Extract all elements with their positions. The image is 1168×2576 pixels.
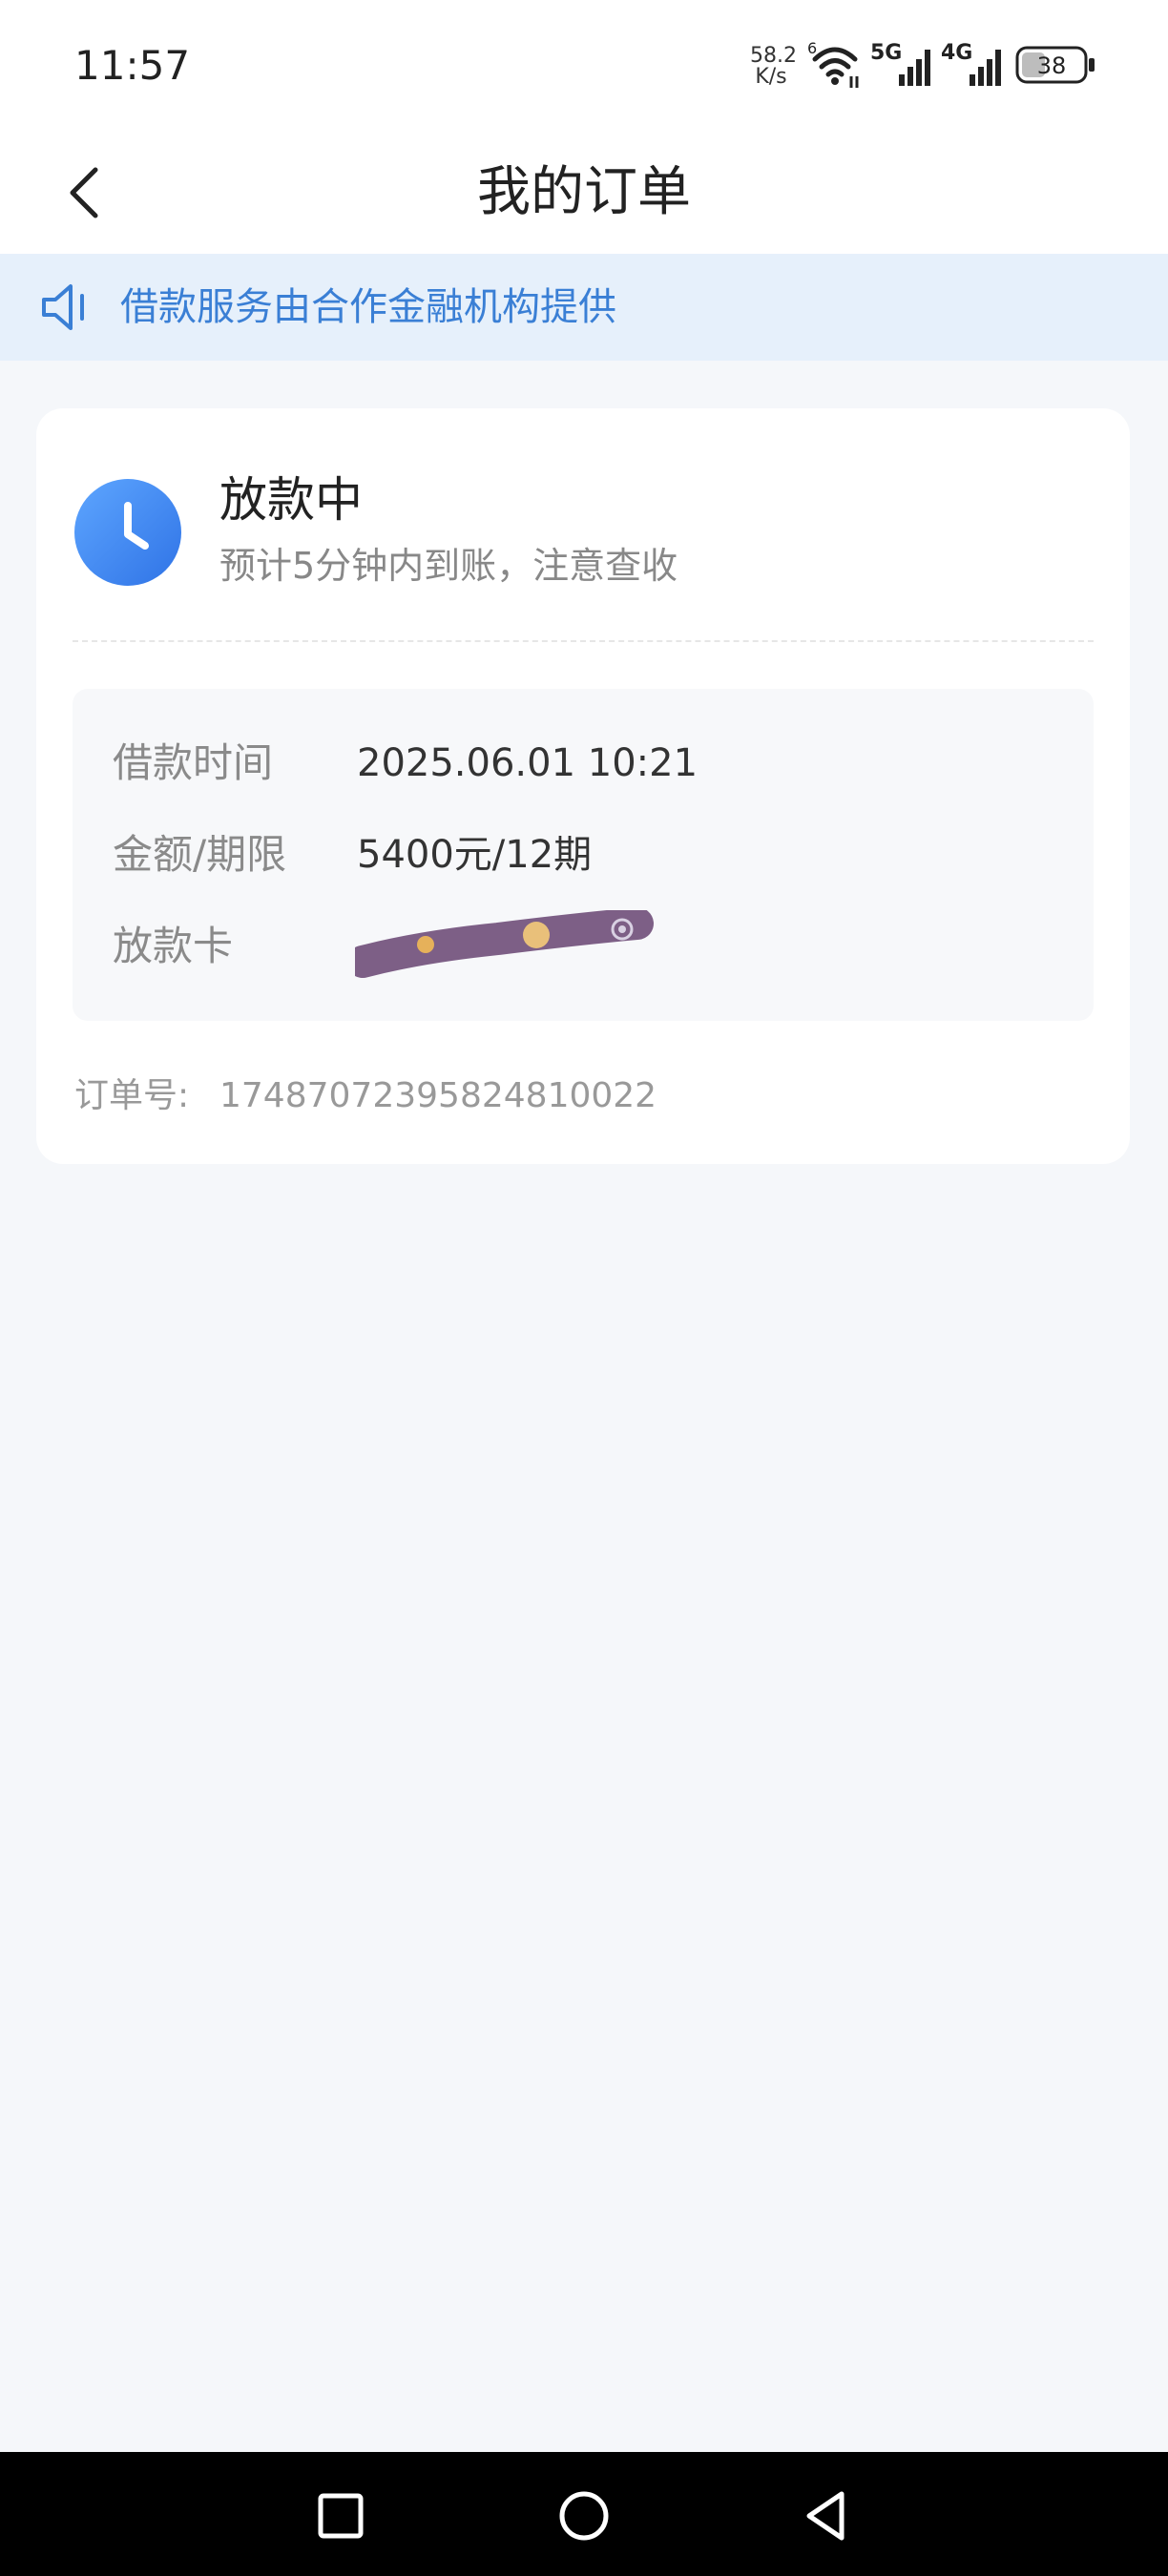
status-bar: 11:57 58.2 K/s 6 5G 4G 38 (0, 0, 1168, 134)
square-icon[interactable] (307, 2483, 374, 2549)
order-status-desc: 预计5分钟内到账，注意查收 (219, 545, 678, 587)
battery-level: 38 (1037, 52, 1067, 79)
clock-icon (74, 479, 181, 586)
payout-card-label: 放款卡 (113, 923, 234, 969)
battery-icon: 38 (1015, 46, 1095, 84)
signal-5g-label: 5G (870, 41, 902, 65)
nav-bar: 我的订单 (0, 134, 1168, 254)
signal-5g-icon: 5G (870, 41, 930, 86)
loan-time-label: 借款时间 (113, 739, 274, 786)
order-card[interactable]: 放款中 预计5分钟内到账，注意查收 借款时间 2025.06.01 10:21 … (36, 408, 1130, 1164)
speaker-icon (42, 284, 84, 330)
loan-time-value: 2025.06.01 10:21 (357, 741, 699, 785)
signal-4g-label: 4G (941, 41, 972, 65)
wifi-badge: 6 (807, 39, 817, 57)
wifi-icon: 6 (807, 39, 859, 88)
page-title: 我的订单 (477, 161, 691, 223)
status-time: 11:57 (74, 42, 191, 89)
notice-text: 借款服务由合作金融机构提供 (120, 285, 616, 329)
circle-icon[interactable] (551, 2483, 617, 2549)
amount-term-label: 金额/期限 (113, 831, 287, 878)
network-speed-unit: K/s (755, 65, 787, 89)
triangle-back-icon[interactable] (794, 2483, 861, 2549)
network-speed-value: 58.2 (750, 44, 797, 68)
divider (73, 640, 1094, 642)
order-status-title: 放款中 (219, 472, 363, 528)
order-number-label: 订单号: (74, 1076, 190, 1115)
order-details: 借款时间 2025.06.01 10:21 金额/期限 5400元/12期 放款… (73, 689, 1094, 1021)
redaction-scribble (355, 910, 654, 978)
amount-term-value: 5400元/12期 (357, 833, 593, 877)
system-nav-bar (0, 2452, 1168, 2576)
order-number: 17487072395824810022 (219, 1076, 657, 1115)
signal-4g-icon: 4G (941, 41, 1001, 86)
notice-banner: 借款服务由合作金融机构提供 (0, 254, 1168, 361)
network-speed: 58.2 K/s (750, 44, 797, 89)
